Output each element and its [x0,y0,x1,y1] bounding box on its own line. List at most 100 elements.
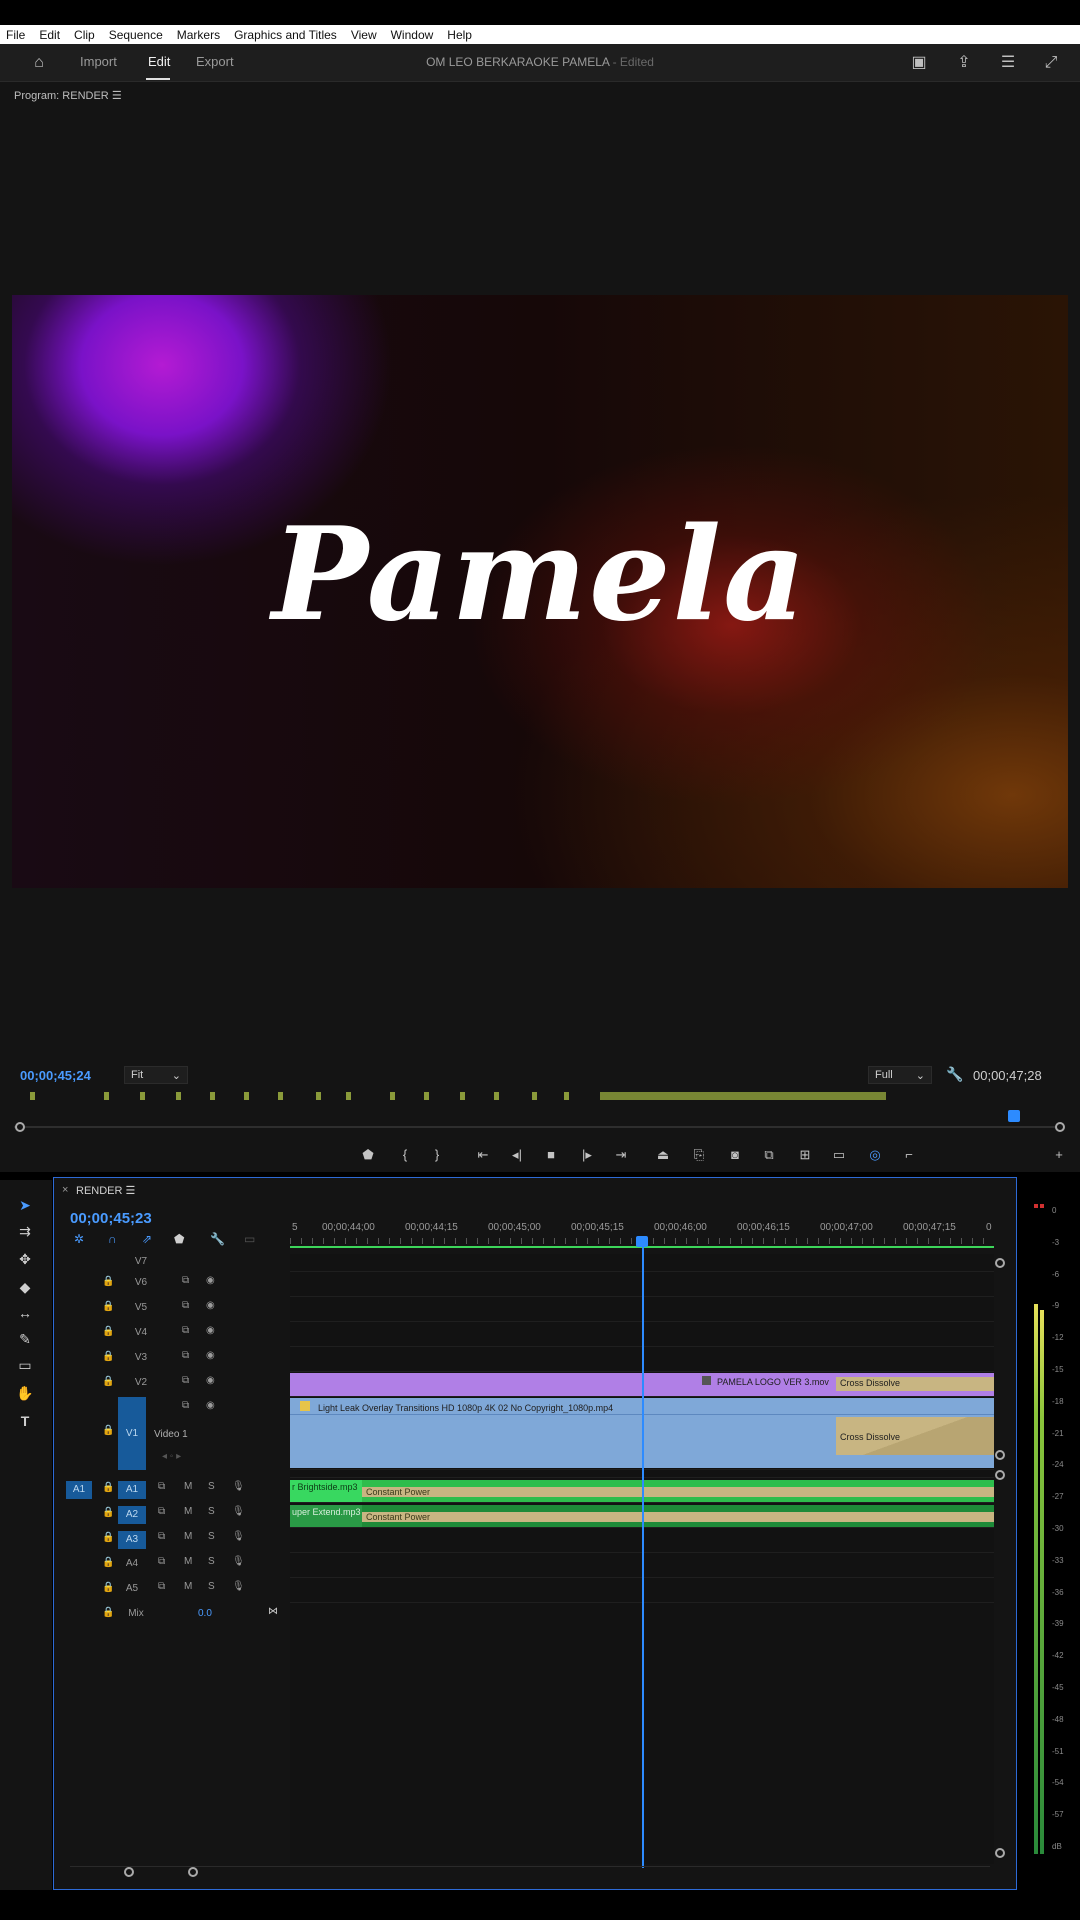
transition-cross-dissolve[interactable]: Cross Dissolve [836,1377,994,1391]
lock-icon[interactable]: 🔒 [102,1425,114,1436]
lock-icon[interactable]: 🔒 [102,1582,114,1593]
step-forward-icon[interactable]: |▸ [576,1144,598,1166]
mark-in-icon[interactable]: { [394,1144,416,1166]
sync-lock-icon[interactable]: ⧉ [182,1350,189,1361]
stop-icon[interactable]: ■ [540,1144,562,1166]
pen-icon[interactable]: ✎ [14,1328,36,1350]
zoom-select[interactable]: Fit ⌄ [124,1066,188,1084]
mute-icon[interactable]: M [184,1556,192,1567]
trim-icon[interactable]: ⊞ [794,1144,816,1166]
playhead-handle[interactable] [636,1236,648,1247]
eye-icon[interactable]: ◉ [206,1375,215,1386]
menu-file[interactable]: File [6,28,25,42]
microphone-icon[interactable]: 🎙 [232,1506,245,1517]
camera-icon[interactable]: ◙ [724,1144,746,1166]
panel-menu-icon[interactable]: ☰ [997,52,1019,74]
lock-icon[interactable]: 🔒 [102,1276,114,1287]
sync-lock-icon[interactable]: ⧉ [182,1300,189,1311]
track-target-a3[interactable]: A3 [118,1531,146,1549]
rectangle-icon[interactable]: ▭ [14,1354,36,1376]
sync-lock-icon[interactable]: ⧉ [158,1581,165,1592]
panel-menu-icon[interactable]: ☰ [126,1185,136,1197]
timeline-vertical-scroll[interactable] [994,1258,1006,1858]
current-timecode[interactable]: 00;00;45;24 [20,1068,91,1083]
compare-icon[interactable]: ⧉ [758,1144,780,1166]
sync-lock-icon[interactable]: ⧉ [158,1506,165,1517]
razor-icon[interactable]: ◆ [14,1276,36,1298]
microphone-icon[interactable]: 🎙 [232,1481,245,1492]
captions-icon[interactable]: ▭ [244,1232,255,1246]
linked-selection-icon[interactable]: ⇗ [142,1232,152,1246]
sync-lock-icon[interactable]: ⧉ [158,1556,165,1567]
solo-icon[interactable]: S [208,1581,215,1592]
snap-icon[interactable]: ∩ [108,1232,117,1246]
go-to-out-icon[interactable]: ⇥ [610,1144,632,1166]
eye-icon[interactable]: ◉ [206,1275,215,1286]
lock-icon[interactable]: 🔒 [102,1482,114,1493]
track-select-icon[interactable]: ⇉ [14,1220,36,1242]
fullscreen-icon[interactable]: ⤢ [1040,52,1062,74]
menu-markers[interactable]: Markers [177,28,220,42]
type-tool-icon[interactable]: T [14,1410,36,1432]
track-target-v1[interactable]: V1 [118,1397,146,1470]
add-marker-icon[interactable]: ⬟ [174,1232,184,1246]
toggle-icon[interactable]: ⌐ [898,1144,920,1166]
eye-icon[interactable]: ◉ [206,1300,215,1311]
sync-lock-icon[interactable]: ⧉ [158,1481,165,1492]
menu-help[interactable]: Help [447,28,472,42]
workspaces-icon[interactable]: ▣ [908,52,930,74]
go-to-in-icon[interactable]: ⇤ [472,1144,494,1166]
vr-icon[interactable]: ◎ [864,1144,886,1166]
mute-icon[interactable]: M [184,1531,192,1542]
source-patch-a1[interactable]: A1 [66,1481,92,1499]
menu-graphics[interactable]: Graphics and Titles [234,28,337,42]
microphone-icon[interactable]: 🎙 [232,1556,245,1567]
hand-icon[interactable]: ✋ [14,1382,36,1404]
menu-sequence[interactable]: Sequence [109,28,163,42]
sync-lock-icon[interactable]: ⧉ [182,1375,189,1386]
sequence-tab[interactable]: RENDER ☰ [76,1184,135,1197]
eye-icon[interactable]: ◉ [206,1400,215,1411]
nest-icon[interactable]: ✲ [74,1232,84,1246]
timeline-timecode[interactable]: 00;00;45;23 [70,1210,152,1227]
wrench-icon[interactable]: 🔧 [210,1232,225,1246]
microphone-icon[interactable]: 🎙 [232,1581,245,1592]
track-target-a2[interactable]: A2 [118,1506,146,1524]
safe-margins-icon[interactable]: ▭ [828,1144,850,1166]
mute-icon[interactable]: M [184,1506,192,1517]
scrubber-end-handle[interactable] [1055,1122,1065,1132]
sync-lock-icon[interactable]: ⧉ [182,1325,189,1336]
sync-lock-icon[interactable]: ⧉ [182,1400,189,1411]
solo-icon[interactable]: S [208,1506,215,1517]
menu-clip[interactable]: Clip [74,28,95,42]
close-icon[interactable]: × [62,1184,68,1196]
playback-scrubber[interactable] [14,1126,1060,1128]
sync-lock-icon[interactable]: ⧉ [182,1275,189,1286]
ripple-edit-icon[interactable]: ✥ [14,1248,36,1270]
lock-icon[interactable]: 🔒 [102,1532,114,1543]
eye-icon[interactable]: ◉ [206,1325,215,1336]
lock-icon[interactable]: 🔒 [102,1351,114,1362]
transition-cross-dissolve[interactable]: Cross Dissolve [836,1417,994,1455]
slip-icon[interactable]: ↔ [14,1302,36,1324]
go-to-end-icon[interactable]: ⋈ [268,1606,278,1617]
solo-icon[interactable]: S [208,1556,215,1567]
program-monitor-label[interactable]: Program: RENDER ☰ [14,89,122,102]
track-target-a1[interactable]: A1 [118,1481,146,1499]
add-marker-icon[interactable]: ⬟ [357,1144,379,1166]
step-back-icon[interactable]: ◂| [506,1144,528,1166]
sync-lock-icon[interactable]: ⧉ [158,1531,165,1542]
lift-icon[interactable]: ⏏ [652,1144,674,1166]
resolution-select[interactable]: Full ⌄ [868,1066,932,1084]
menu-edit[interactable]: Edit [39,28,60,42]
menu-window[interactable]: Window [391,28,434,42]
menu-view[interactable]: View [351,28,377,42]
lock-icon[interactable]: 🔒 [102,1607,114,1618]
selection-tool-icon[interactable]: ➤ [14,1194,36,1216]
keyframe-nav-icon[interactable]: ◂ ◦ ▸ [162,1451,181,1462]
microphone-icon[interactable]: 🎙 [232,1531,245,1542]
solo-icon[interactable]: S [208,1531,215,1542]
wrench-icon[interactable]: 🔧 [946,1066,963,1083]
mix-volume-value[interactable]: 0.0 [198,1608,212,1619]
lock-icon[interactable]: 🔒 [102,1507,114,1518]
